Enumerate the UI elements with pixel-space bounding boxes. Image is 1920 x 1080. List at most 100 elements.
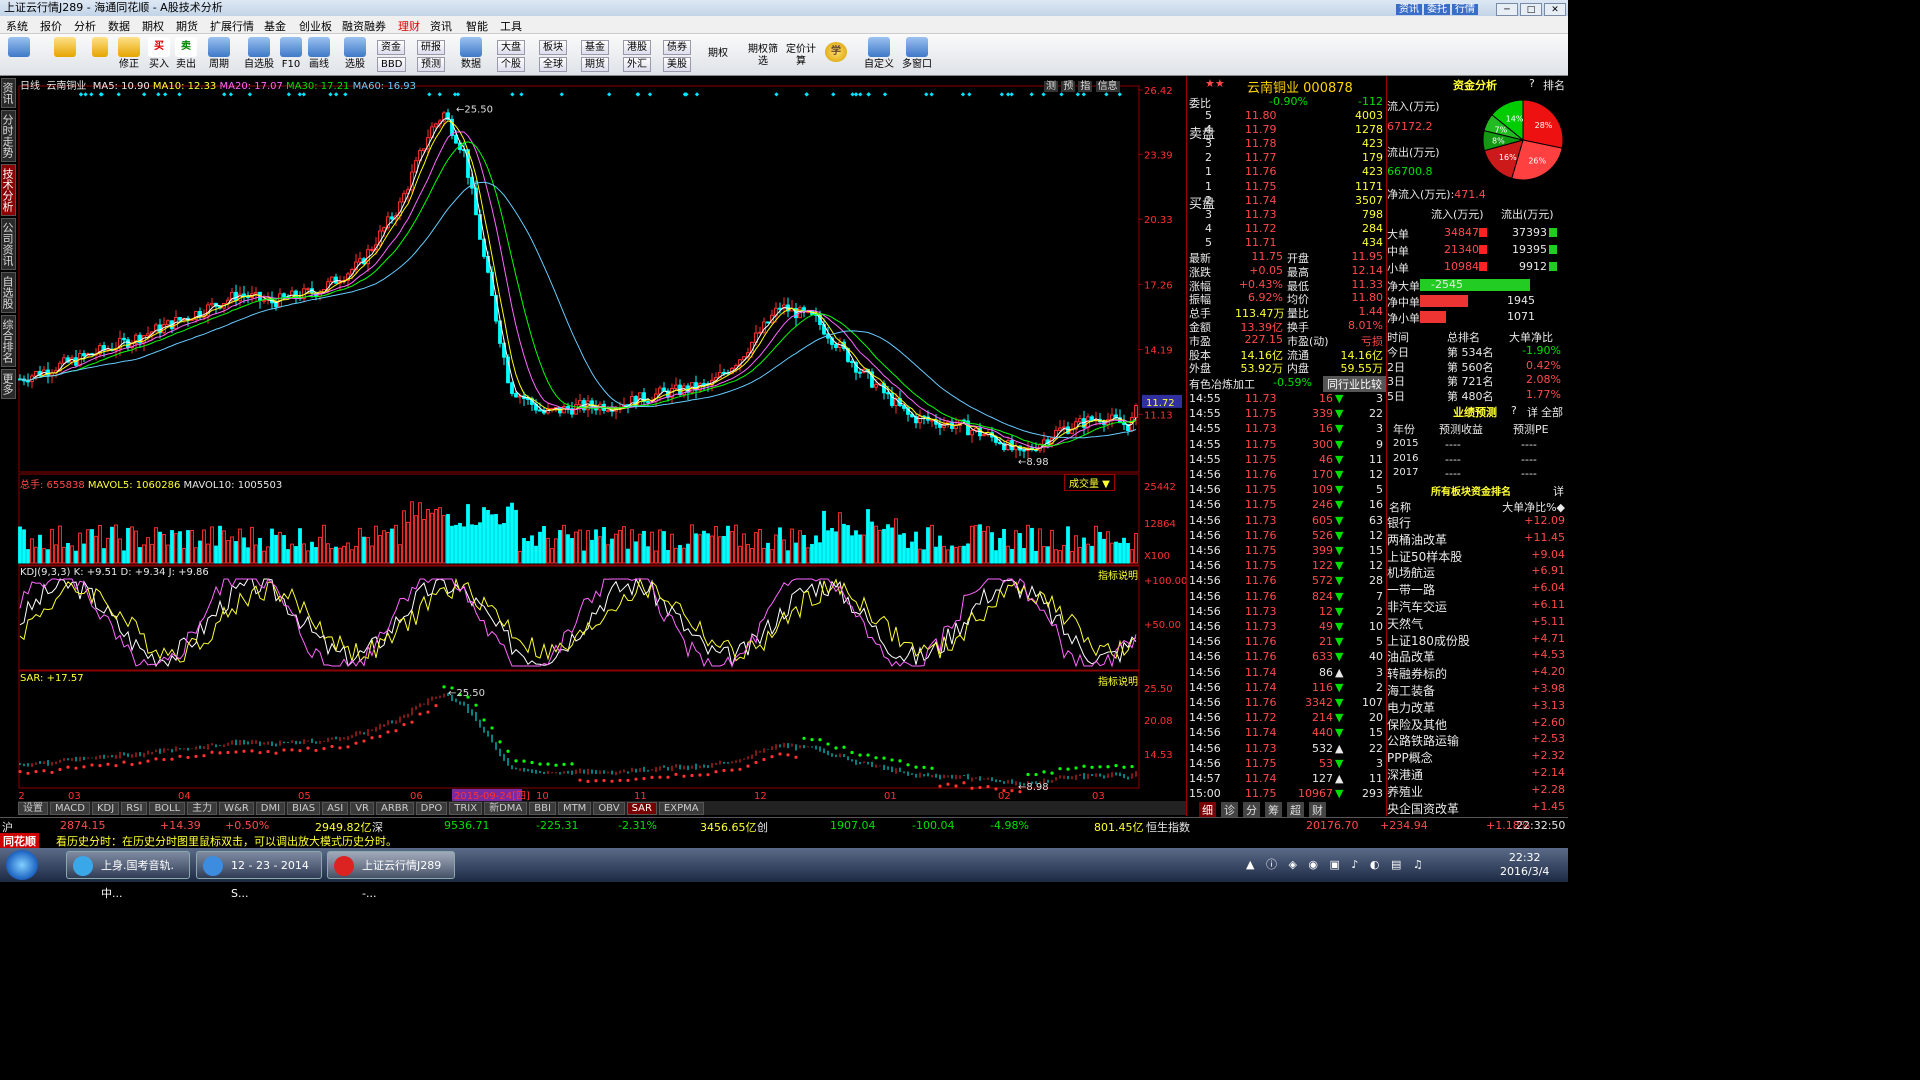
sector-row[interactable]: 电力改革 +3.13 (1387, 699, 1569, 715)
indicator-tab[interactable]: DMI (255, 802, 286, 815)
menu-item[interactable]: 期货 (176, 18, 198, 34)
tick-row[interactable]: 14:56 11.73 605 ▼ 63 (1187, 514, 1387, 528)
tick-row[interactable]: 14:55 11.75 46 ▼ 11 (1187, 453, 1387, 467)
tick-row[interactable]: 14:56 11.74 440 ▼ 15 (1187, 726, 1387, 740)
menu-item[interactable]: 工具 (500, 18, 522, 34)
buy-button[interactable]: 买买入 (148, 37, 170, 71)
sector-row[interactable]: 海工装备 +3.98 (1387, 682, 1569, 698)
watchlist-button[interactable]: 自选股 (244, 37, 274, 71)
tick-row[interactable]: 14:56 11.74 116 ▼ 2 (1187, 681, 1387, 695)
all-link[interactable]: 全部 (1541, 404, 1563, 420)
tb-capital[interactable]: 资金 (377, 40, 405, 55)
tick-row[interactable]: 14:55 11.73 16 ▼ 3 (1187, 392, 1387, 406)
tick-row[interactable]: 14:56 11.73 12 ▼ 2 (1187, 605, 1387, 619)
title-link-quote[interactable]: 行情 (1452, 4, 1478, 15)
updown-button[interactable] (92, 37, 108, 59)
custom-button[interactable]: 自定义 (864, 37, 894, 71)
indicator-tab[interactable]: MTM (557, 802, 592, 815)
sector-row[interactable]: PPP概念 +2.32 (1387, 749, 1569, 765)
tick-row[interactable]: 14:56 11.76 21 ▼ 5 (1187, 635, 1387, 649)
tick-row[interactable]: 14:55 11.75 300 ▼ 9 (1187, 438, 1387, 452)
panel-tab[interactable]: 财 (1309, 802, 1326, 818)
data-button[interactable]: 数据 (460, 37, 482, 71)
task-ths[interactable]: 上证云行情J289 -... (327, 851, 455, 900)
tray-clock[interactable]: 22:32 2016/3/4 (1500, 851, 1549, 879)
sector-row[interactable]: 公路铁路运输 +2.53 (1387, 732, 1569, 748)
buy-level[interactable]: 5 11.71 434 (1187, 236, 1387, 250)
panel-tab[interactable]: 细 (1199, 802, 1216, 818)
sector-row[interactable]: 转融券标的 +4.20 (1387, 665, 1569, 681)
cy-index[interactable]: 1907.04 (830, 819, 876, 832)
sector-row[interactable]: 上证50样本股 +9.04 (1387, 548, 1569, 564)
tb-fund[interactable]: 基金 (581, 40, 609, 55)
menu-item[interactable]: 分析 (74, 18, 96, 34)
sz-index[interactable]: 9536.71 (444, 819, 490, 832)
indicator-tab[interactable]: DPO (415, 802, 448, 815)
tick-row[interactable]: 14:56 11.74 86 ▲ 3 (1187, 666, 1387, 680)
tick-row[interactable]: 14:56 11.73 49 ▼ 10 (1187, 620, 1387, 634)
indicator-tab[interactable]: SAR (626, 802, 657, 815)
menu-item[interactable]: 创业板 (299, 18, 332, 34)
side-tab[interactable]: 更多 (1, 369, 16, 399)
maximize-button[interactable]: □ (1520, 3, 1542, 16)
side-tab[interactable]: 公司资讯 (1, 218, 16, 270)
sar-indicator-button[interactable]: 指标说明 (1098, 673, 1138, 688)
tb-bbd[interactable]: BBD (377, 57, 407, 72)
panel-tab[interactable]: 诊 (1221, 802, 1238, 818)
period-button[interactable]: 周期 (208, 37, 230, 71)
tick-row[interactable]: 15:00 11.75 10967 ▼ 293 (1187, 787, 1387, 801)
tick-row[interactable]: 14:56 11.76 3342 ▼ 107 (1187, 696, 1387, 710)
tick-row[interactable]: 14:56 11.75 122 ▼ 12 (1187, 559, 1387, 573)
help-icon[interactable]: ? (1511, 404, 1517, 417)
indicator-tab[interactable]: 设置 (18, 802, 48, 815)
indicator-tab[interactable]: W&R (219, 802, 254, 815)
tb-market[interactable]: 大盘 (497, 40, 525, 55)
side-tab[interactable]: 自选股 (1, 272, 16, 313)
tick-row[interactable]: 14:56 11.76 824 ▼ 7 (1187, 590, 1387, 604)
sector-row[interactable]: 非汽车交运 +6.11 (1387, 598, 1569, 614)
task-music[interactable]: 上身.国考音轨.中... (66, 851, 190, 900)
side-tab[interactable]: 技术分析 (1, 164, 16, 216)
sell-level[interactable]: 5 11.80 4003 (1187, 109, 1387, 123)
detail-link[interactable]: 详 (1553, 483, 1564, 499)
sector-row[interactable]: 保险及其他 +2.60 (1387, 716, 1569, 732)
tb-fx[interactable]: 外汇 (623, 57, 651, 72)
menu-item[interactable]: 基金 (264, 18, 286, 34)
f10-button[interactable]: F10 (280, 37, 302, 71)
indicator-tab[interactable]: 新DMA (484, 802, 528, 815)
tick-row[interactable]: 14:56 11.72 214 ▼ 20 (1187, 711, 1387, 725)
tool-info[interactable]: 信息 (1095, 81, 1120, 92)
tick-row[interactable]: 14:56 11.76 170 ▼ 12 (1187, 468, 1387, 482)
tray-icons[interactable]: ▲ ⓘ ◈ ◉ ▣ ♪ ◐ ▤ ♫ (1246, 856, 1427, 872)
ticker-text[interactable]: 看历史分时：在历史分时图里鼠标双击，可以调出放大模式历史分时。 (56, 833, 397, 849)
tb-forecast[interactable]: 预测 (417, 57, 445, 72)
sh-index[interactable]: 2874.15 (60, 819, 106, 832)
menu-item[interactable]: 扩展行情 (210, 18, 254, 34)
start-button[interactable] (6, 850, 38, 880)
side-tab[interactable]: 综合排名 (1, 315, 16, 367)
sector-row[interactable]: 机场航运 +6.91 (1387, 564, 1569, 580)
sector-row[interactable]: 央企国资改革 +1.45 (1387, 800, 1569, 816)
tick-row[interactable]: 14:56 11.76 633 ▼ 40 (1187, 650, 1387, 664)
help-icon[interactable]: ? (1529, 77, 1535, 90)
side-tab[interactable]: 资讯 (1, 78, 16, 108)
tb-sector[interactable]: 板块 (539, 40, 567, 55)
tick-row[interactable]: 14:55 11.75 339 ▼ 22 (1187, 407, 1387, 421)
menu-item[interactable]: 期权 (142, 18, 164, 34)
tb-us[interactable]: 美股 (663, 57, 691, 72)
tb-stock[interactable]: 个股 (497, 57, 525, 72)
learn-button[interactable]: 学 (825, 42, 847, 64)
kdj-indicator-button[interactable]: 指标说明 (1098, 567, 1138, 582)
side-tab[interactable]: 分时走势 (1, 110, 16, 162)
sector-row[interactable]: 上证180成份股 +4.71 (1387, 632, 1569, 648)
indicator-tab[interactable]: 主力 (187, 802, 218, 815)
home-button[interactable] (8, 37, 30, 59)
menu-item[interactable]: 资讯 (430, 18, 452, 34)
tick-row[interactable]: 14:56 11.75 399 ▼ 15 (1187, 544, 1387, 558)
indicator-tab[interactable]: OBV (593, 802, 625, 815)
sector-row[interactable]: 天然气 +5.11 (1387, 615, 1569, 631)
multi-window-button[interactable]: 多窗口 (902, 37, 932, 71)
tb-bond[interactable]: 债券 (663, 40, 691, 55)
chart-svg[interactable]: 26.42 23.39 20.33 17.26 14.19 11.13 ←25.50 ←8.9… (18, 76, 1186, 802)
sector-row[interactable]: 两桶油改革 +11.45 (1387, 531, 1569, 547)
